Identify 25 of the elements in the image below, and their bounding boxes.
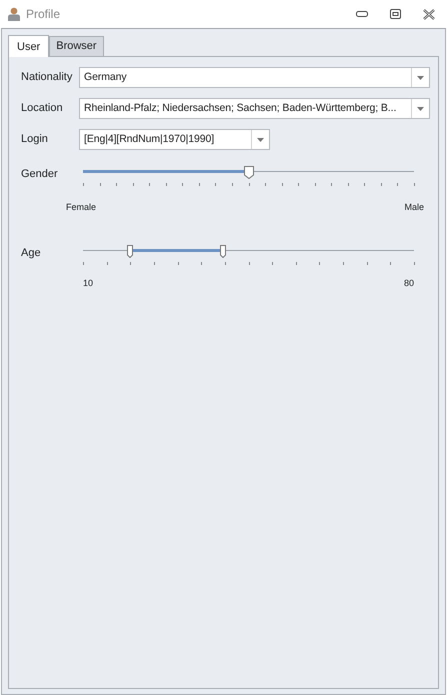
tab[interactable]: Browser	[49, 36, 104, 56]
user-icon	[8, 7, 20, 21]
caret-icon	[417, 106, 424, 110]
tab[interactable]: User	[8, 34, 50, 57]
scale-label: 80	[404, 276, 414, 290]
caret-icon	[257, 138, 264, 142]
scale-label: Male	[404, 201, 424, 214]
dropdown-field[interactable]: Germany	[79, 67, 430, 88]
dropdown-field[interactable]: Rheinland-Pfalz; Niedersachsen; Sachsen; Baden-Württemberg; B...	[79, 98, 430, 119]
slider-label: Gender	[21, 167, 59, 182]
slider-thumb[interactable]	[125, 244, 136, 258]
minimize-icon[interactable]	[356, 11, 368, 17]
dropdown-field[interactable]: [Eng|4][RndNum|1970|1990]	[79, 129, 270, 150]
field-label: Login	[21, 132, 49, 148]
field-label: Nationality	[21, 70, 74, 86]
maximize-icon[interactable]	[390, 9, 401, 19]
slider-thumb[interactable]	[218, 244, 228, 258]
scale-label: Female	[66, 201, 96, 214]
caret-icon	[417, 76, 424, 80]
slider-label: Age	[21, 246, 42, 260]
close-icon[interactable]	[423, 8, 435, 20]
field-label: Location	[21, 101, 64, 116]
scale-label: 10	[83, 276, 94, 290]
slider-thumb[interactable]	[244, 166, 254, 179]
window-title: Profile	[26, 6, 60, 23]
